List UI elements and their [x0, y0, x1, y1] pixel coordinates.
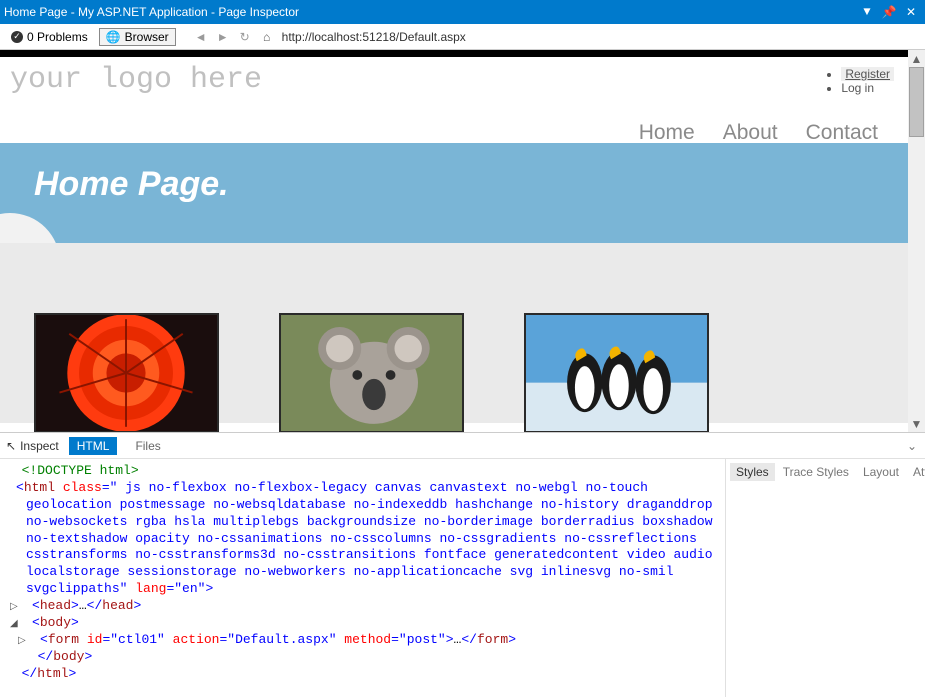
collapse-icon[interactable]: ◢	[22, 618, 32, 631]
expand-icon[interactable]: ▷	[30, 635, 40, 648]
inspector-header: ↖ Inspect HTML Files ⌄	[0, 433, 925, 459]
list-item: Log in	[841, 81, 894, 95]
logo-text[interactable]: your logo here	[10, 63, 821, 97]
penguins-icon	[526, 313, 707, 432]
banner-circle	[0, 213, 60, 243]
nav-home[interactable]: Home	[639, 121, 695, 145]
image-koala[interactable]	[279, 313, 464, 432]
register-link[interactable]: Register	[841, 67, 894, 81]
code-line: <!DOCTYPE html>	[6, 463, 719, 480]
inspector-body: <!DOCTYPE html> ◢<html class=" js no-fle…	[0, 459, 925, 697]
login-link[interactable]: Log in	[841, 81, 874, 95]
browser-preview-area: your logo here Register Log in Home Abou…	[0, 50, 925, 433]
refresh-icon[interactable]: ↻	[236, 28, 254, 46]
browser-label: Browser	[125, 30, 169, 44]
nav-about[interactable]: About	[723, 121, 778, 145]
tab-attributes[interactable]: Att	[907, 463, 925, 481]
tab-layout[interactable]: Layout	[857, 463, 905, 481]
code-line: ▷<head>…</head>	[6, 598, 719, 615]
html-code-pane[interactable]: <!DOCTYPE html> ◢<html class=" js no-fle…	[0, 459, 725, 697]
url-field[interactable]	[282, 30, 919, 44]
image-flower[interactable]	[34, 313, 219, 432]
page-title: Home Page.	[34, 165, 874, 204]
problems-indicator[interactable]: ✓ 0 Problems	[6, 28, 93, 46]
nav-contact[interactable]: Contact	[806, 121, 878, 145]
content-band	[0, 243, 908, 423]
image-penguins[interactable]	[524, 313, 709, 432]
flower-icon	[36, 313, 217, 432]
window-controls: ▼ 📌 ✕	[857, 5, 921, 20]
page-topbar	[0, 50, 908, 57]
close-icon[interactable]: ✕	[901, 5, 921, 20]
code-line: ◢<body>	[6, 615, 719, 632]
tab-styles[interactable]: Styles	[730, 463, 775, 481]
pin-icon[interactable]: 📌	[879, 5, 899, 20]
inspect-button[interactable]: ↖ Inspect	[6, 439, 59, 453]
main-nav: Home About Contact	[639, 121, 878, 145]
forward-icon[interactable]: ►	[214, 28, 232, 46]
back-icon[interactable]: ◄	[192, 28, 210, 46]
code-line: ◢<html class=" js no-flexbox no-flexbox-…	[6, 480, 719, 598]
page-header: your logo here Register Log in Home Abou…	[0, 57, 908, 143]
nav-icons: ◄ ► ↻ ⌂	[192, 28, 276, 46]
toolbar: ✓ 0 Problems 🌐 Browser ◄ ► ↻ ⌂	[0, 24, 925, 50]
scroll-up-icon[interactable]: ▲	[908, 50, 925, 67]
browser-icon: 🌐	[106, 30, 121, 44]
expand-icon[interactable]: ▷	[22, 601, 32, 614]
preview-wrap: your logo here Register Log in Home Abou…	[0, 50, 925, 432]
check-icon: ✓	[11, 31, 23, 43]
window-title: Home Page - My ASP.NET Application - Pag…	[4, 5, 857, 19]
account-links: Register Log in	[821, 63, 894, 95]
images-row	[0, 313, 908, 432]
problems-label: 0 Problems	[27, 30, 88, 44]
scrollbar[interactable]: ▲ ▼	[908, 50, 925, 432]
home-icon[interactable]: ⌂	[258, 28, 276, 46]
list-item: Register	[841, 67, 894, 81]
url-input[interactable]	[282, 30, 919, 44]
code-line: ▷<form id="ctl01" action="Default.aspx" …	[6, 632, 719, 649]
side-tabs: Styles Trace Styles Layout Att	[725, 459, 925, 697]
cursor-icon: ↖	[6, 439, 16, 453]
code-line: </html>	[6, 666, 719, 683]
tab-html[interactable]: HTML	[69, 437, 118, 455]
scroll-down-icon[interactable]: ▼	[908, 415, 925, 432]
tab-trace-styles[interactable]: Trace Styles	[777, 463, 855, 481]
scroll-thumb[interactable]	[909, 67, 924, 137]
collapse-icon[interactable]: ◢	[6, 483, 16, 496]
inspect-label: Inspect	[20, 439, 59, 453]
banner: Home Page.	[0, 143, 908, 243]
titlebar: Home Page - My ASP.NET Application - Pag…	[0, 0, 925, 24]
chevron-down-icon[interactable]: ⌄	[907, 439, 917, 453]
koala-icon	[281, 313, 462, 432]
code-line: </body>	[6, 649, 719, 666]
browser-button[interactable]: 🌐 Browser	[99, 28, 176, 46]
tab-files[interactable]: Files	[127, 437, 168, 455]
autohide-icon[interactable]: ▼	[857, 5, 877, 19]
page-preview: your logo here Register Log in Home Abou…	[0, 50, 908, 432]
